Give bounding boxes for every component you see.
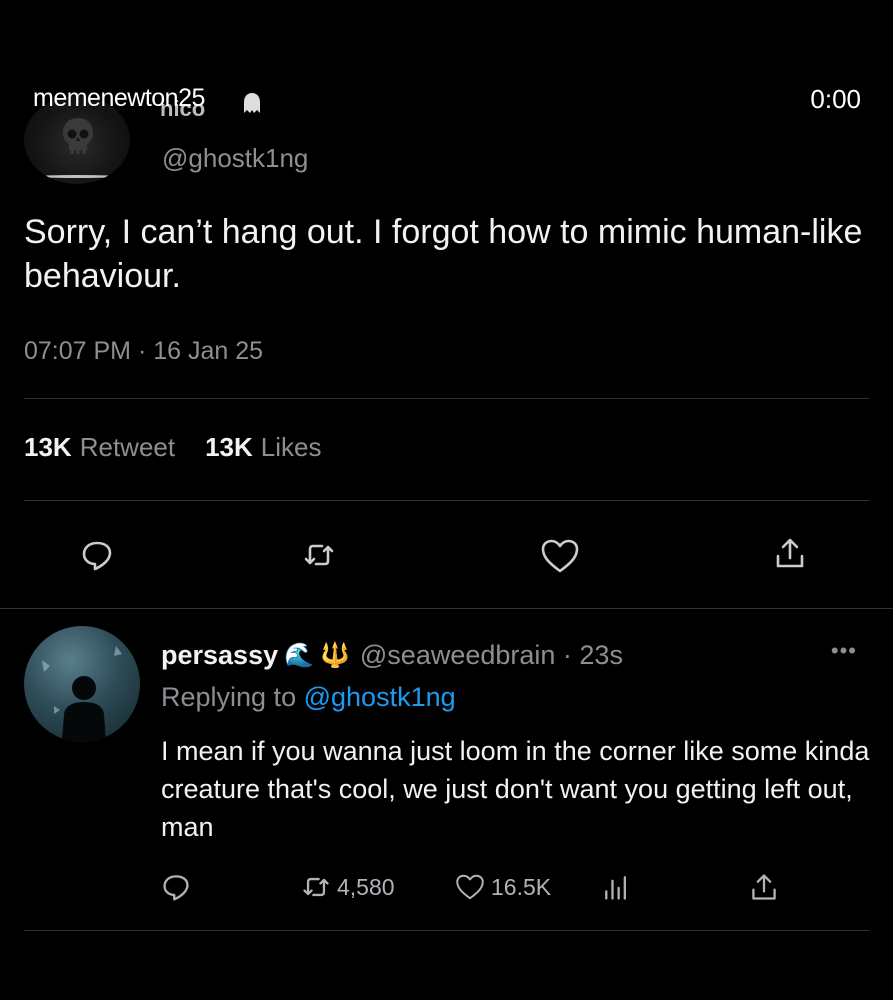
reply-analytics-button[interactable] [601,872,631,902]
reply-retweet-button[interactable]: 4,580 [301,872,395,902]
reply-author-name[interactable]: persassy [161,640,278,671]
reply-retweet-count: 4,580 [337,873,395,900]
reply-reply-button[interactable] [161,872,191,902]
reply-author-avatar[interactable] [24,626,140,742]
reply-text: I mean if you wanna just loom in the cor… [161,736,870,842]
reply-like-count: 16.5K [491,873,552,900]
heart-icon [456,874,484,900]
reply-button[interactable] [80,538,114,572]
overlay-username: memenewton25 [33,84,205,112]
trident-emoji: 🔱 [320,642,350,669]
video-timestamp: 0:00 [810,84,861,114]
divider [24,500,869,501]
heart-icon [541,539,579,573]
likes-stat[interactable]: 13K Likes [205,432,321,463]
share-button[interactable] [773,536,807,570]
reply-icon [82,541,112,571]
divider [24,398,869,399]
divider [24,930,869,931]
share-icon [752,874,776,900]
author-handle[interactable]: @ghostk1ng [162,143,308,174]
tweet-stats: 13K Retweet 13K Likes [24,432,322,463]
ghost-icon [244,93,260,113]
retweets-stat[interactable]: 13K Retweet [24,432,175,463]
reply-icon [163,875,189,901]
reply-like-button[interactable]: 16.5K [455,872,551,902]
share-icon [776,538,804,568]
skull-icon [63,118,93,154]
replying-to-handle[interactable]: @ghostk1ng [304,682,456,712]
wave-emoji: 🌊 [284,642,314,669]
silhouette-icon [42,646,122,742]
tweet-text: Sorry, I can’t hang out. I forgot how to… [24,213,863,295]
retweet-button[interactable] [302,538,336,572]
analytics-icon [605,876,626,900]
like-button[interactable] [540,538,580,574]
retweet-icon [304,544,334,566]
more-options-icon[interactable]: ••• [831,638,857,664]
reply-actions: 4,580 16.5K [161,872,791,908]
reply-share-button[interactable] [749,872,779,902]
tweet-timestamp[interactable]: 07:07 PM · 16 Jan 25 [24,337,263,366]
reply-header: persassy 🌊 🔱 @seaweedbrain · 23s [161,640,623,671]
retweet-icon [303,877,329,897]
reply-author-handle[interactable]: @seaweedbrain · 23s [360,640,623,671]
replying-to: Replying to @ghostk1ng [161,682,456,712]
divider [0,608,893,609]
